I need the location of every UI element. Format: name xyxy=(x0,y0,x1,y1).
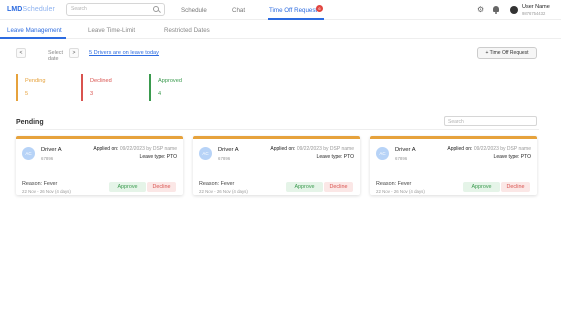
top-search-input[interactable]: Search xyxy=(66,3,165,16)
decline-button[interactable]: Decline xyxy=(324,182,353,192)
leave-range: 22 Nov - 26 Nov (4 days) xyxy=(376,189,425,194)
stat-pending[interactable]: Pending 5 xyxy=(16,74,46,101)
leave-type: Leave type: PTO xyxy=(139,154,177,160)
select-date-field[interactable]: Select date xyxy=(48,50,63,62)
applied-on: Applied on: 09/22/2023 by DSP name xyxy=(447,146,531,152)
tab-active-indicator xyxy=(0,37,66,39)
approve-button[interactable]: Approve xyxy=(286,182,323,192)
stat-declined-label: Declined xyxy=(90,78,112,84)
stat-approved-label: Approved xyxy=(158,78,182,84)
leave-request-card: AC Driver A 67896 Applied on: 09/22/2023… xyxy=(370,136,537,195)
time-off-request-label: Time Off Request xyxy=(489,50,529,56)
driver-name: Driver A xyxy=(395,147,416,153)
top-bar: LMDScheduler Search Schedule Chat Time O… xyxy=(0,0,561,20)
leave-reason: Reason: Fever xyxy=(199,181,235,187)
leave-request-card: AC Driver A 67896 Applied on: 09/22/2023… xyxy=(193,136,360,195)
pending-section-title: Pending xyxy=(16,119,44,126)
driver-id: 67896 xyxy=(395,156,408,161)
stat-approved[interactable]: Approved 4 xyxy=(149,74,182,101)
pending-search-placeholder: Search xyxy=(448,118,464,125)
stat-declined[interactable]: Declined 3 xyxy=(81,74,112,101)
leave-range: 22 Nov - 26 Nov (4 days) xyxy=(22,189,71,194)
driver-name: Driver A xyxy=(41,147,62,153)
bell-icon[interactable] xyxy=(493,6,499,14)
stat-pending-label: Pending xyxy=(25,78,46,84)
nav-chat[interactable]: Chat xyxy=(232,7,245,14)
driver-avatar: AC xyxy=(199,147,212,160)
leave-type: Leave type: PTO xyxy=(316,154,354,160)
gear-icon[interactable]: ⚙ xyxy=(477,6,484,14)
next-date-button[interactable]: > xyxy=(69,48,79,58)
leave-request-card: AC Driver A 67896 Applied on: 09/22/2023… xyxy=(16,136,183,195)
applied-on: Applied on: 09/22/2023 by DSP name xyxy=(93,146,177,152)
notification-badge: 6 xyxy=(316,5,323,12)
tab-leave-time-limit[interactable]: Leave Time-Limit xyxy=(88,27,135,34)
search-icon[interactable] xyxy=(153,6,159,12)
decline-button[interactable]: Decline xyxy=(147,182,176,192)
drivers-on-leave-link[interactable]: 5 Drivers are on leave today xyxy=(89,50,159,56)
tab-leave-management[interactable]: Leave Management xyxy=(7,27,62,34)
stat-approved-value: 4 xyxy=(158,91,162,97)
user-phone: 9876754432 xyxy=(522,11,546,16)
leave-reason: Reason: Fever xyxy=(376,181,412,187)
driver-avatar: AC xyxy=(376,147,389,160)
decline-button[interactable]: Decline xyxy=(501,182,530,192)
app-logo[interactable]: LMDScheduler xyxy=(7,6,55,13)
stat-pending-value: 5 xyxy=(25,91,29,97)
nav-schedule[interactable]: Schedule xyxy=(181,7,207,14)
approve-button[interactable]: Approve xyxy=(109,182,146,192)
applied-on: Applied on: 09/22/2023 by DSP name xyxy=(270,146,354,152)
tab-restricted-dates[interactable]: Restricted Dates xyxy=(164,27,210,34)
pending-search-input[interactable]: Search xyxy=(444,116,537,126)
user-name: User Name xyxy=(522,4,550,10)
section-divider xyxy=(16,129,539,130)
user-avatar[interactable] xyxy=(510,6,518,14)
nav-time-off-request[interactable]: Time Off Request xyxy=(269,7,317,14)
stat-declined-value: 3 xyxy=(90,91,94,97)
leave-range: 22 Nov - 26 Nov (4 days) xyxy=(199,189,248,194)
driver-name: Driver A xyxy=(218,147,239,153)
time-off-request-button[interactable]: + Time Off Request xyxy=(477,47,537,59)
driver-id: 67896 xyxy=(41,156,54,161)
leave-type: Leave type: PTO xyxy=(493,154,531,160)
approve-button[interactable]: Approve xyxy=(463,182,500,192)
top-search-placeholder: Search xyxy=(71,6,87,12)
sub-tabs: Leave Management Leave Time-Limit Restri… xyxy=(0,22,561,39)
driver-id: 67896 xyxy=(218,156,231,161)
nav-active-indicator xyxy=(268,18,324,20)
prev-date-button[interactable]: < xyxy=(16,48,26,58)
leave-reason: Reason: Fever xyxy=(22,181,58,187)
driver-avatar: AC xyxy=(22,147,35,160)
